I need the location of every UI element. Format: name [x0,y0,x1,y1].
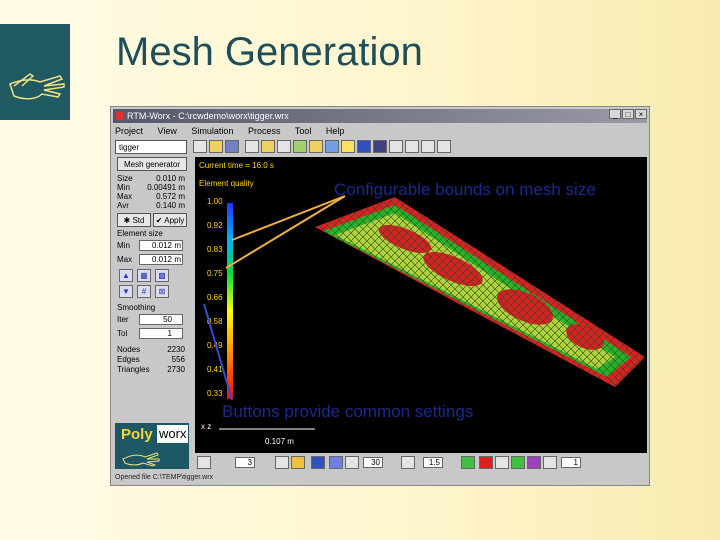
open-folder-icon[interactable] [209,140,223,153]
app-window: RTM-Worx - C:\rcwdemo\worx\tigger.wrx _ … [110,106,650,486]
annotation-bounds: Configurable bounds on mesh size [334,180,596,199]
tool-icon-6[interactable] [325,140,339,153]
arrow-up-icon[interactable]: ▲ [119,269,133,282]
grid-icon[interactable] [401,456,415,469]
max-size-input[interactable]: 0.012 m [139,254,183,265]
minimize-button[interactable]: _ [609,109,621,119]
menu-bar: Project View Simulation Process Tool Hel… [115,125,645,137]
legend-value: 0.58 [207,317,223,326]
legend-value: 0.33 [207,389,223,398]
count-triangles: Triangles 2730 [117,365,185,374]
maximize-button[interactable]: □ [622,109,634,119]
smoothing-label: Smoothing [117,303,156,312]
stat-avr: Avr 0.140 m [117,201,185,210]
legend-value: 0.49 [207,341,223,350]
close-button[interactable]: × [635,109,647,119]
menu-tool[interactable]: Tool [295,126,312,136]
current-time-label: Current time = 16.0 s [199,161,274,170]
tool-icon-8[interactable] [357,140,371,153]
arrow-down-icon[interactable]: ▼ [119,285,133,298]
menu-help[interactable]: Help [326,126,345,136]
menu-simulation[interactable]: Simulation [191,126,233,136]
bottom-field-4[interactable]: 1 [561,457,581,468]
view-icon-1[interactable] [275,456,289,469]
color-icon-6[interactable] [543,456,557,469]
view-icon-2[interactable] [291,456,305,469]
hand-logo-icon [9,73,65,100]
main-toolbar: tigger [115,139,645,155]
zoom-icon[interactable] [405,140,419,153]
slide-title: Mesh Generation [116,30,423,74]
bottom-field-2[interactable]: 30 [363,457,383,468]
menu-project[interactable]: Project [115,126,143,136]
tool-icon-9[interactable] [373,140,387,153]
hand-icon [122,452,160,467]
legend-value: 0.83 [207,245,223,254]
pointer-icon[interactable] [389,140,403,153]
search-icon[interactable] [421,140,435,153]
app-icon [116,112,124,120]
bottom-field-1[interactable]: 3 [235,457,255,468]
mesh-panel: Mesh generator Size 0.010 m Min 0.00491 m … [115,157,189,423]
bottom-field-3[interactable]: 1.5 [423,457,443,468]
annotation-buttons: Buttons provide common settings [222,402,474,421]
grid-dense-icon[interactable]: # [137,285,151,298]
stat-max: Max 0.572 m [117,192,185,201]
window-titlebar[interactable]: RTM-Worx - C:\rcwdemo\worx\tigger.wrx [113,109,647,123]
legend-value: 0.41 [207,365,223,374]
tool-icon-4[interactable] [293,140,307,153]
grid-cross-icon[interactable]: ⊠ [155,285,169,298]
legend-value: 0.75 [207,269,223,278]
stat-size: Size 0.010 m [117,174,185,183]
color-icon-3[interactable] [495,456,509,469]
clock-icon[interactable] [437,140,451,153]
element-size-label: Element size [117,229,163,238]
save-icon[interactable] [225,140,239,153]
tol-input[interactable]: 1 [139,328,183,339]
legend-colorbar [227,203,233,399]
slide-logo [0,24,70,120]
legend-value: 0.92 [207,221,223,230]
apply-button[interactable]: ✔ Apply [153,213,187,227]
color-icon-1[interactable] [461,456,475,469]
color-icon-2[interactable] [479,456,493,469]
view-icon-4[interactable] [329,456,343,469]
count-nodes: Nodes 2230 [117,345,185,354]
status-bar: Opened file C:\TEMP\tigger.wrx [115,474,214,481]
grid-coarse-icon[interactable]: ▦ [137,269,151,282]
menu-process[interactable]: Process [248,126,281,136]
stat-min: Min 0.00491 m [117,183,185,192]
view-icon-5[interactable] [345,456,359,469]
legend-value: 1.00 [207,197,223,206]
std-button[interactable]: ✱ Std [117,213,151,227]
menu-view[interactable]: View [158,126,177,136]
min-size-input[interactable]: 0.012 m [139,240,183,251]
logo-poly: Poly [121,426,153,443]
color-icon-5[interactable] [527,456,541,469]
legend-title: Element quality [199,179,254,188]
legend-value: 0.66 [207,293,223,302]
bottom-toolbar: 3 30 1.5 1 [195,455,647,471]
window-title: RTM-Worx - C:\rcwdemo\worx\tigger.wrx [127,111,289,121]
axis-triad-label: x z [201,422,211,431]
project-combo[interactable]: tigger [115,140,187,154]
view-icon-3[interactable] [311,456,325,469]
polyworx-logo: Poly worx [115,423,189,469]
count-edges: Edges 556 [117,355,185,364]
tool-icon-1[interactable] [245,140,259,153]
tool-icon-2[interactable] [261,140,275,153]
scale-bar-label: 0.107 m [265,437,294,446]
tool-icon-3[interactable] [277,140,291,153]
color-icon-4[interactable] [511,456,525,469]
pencil-icon[interactable] [197,456,211,469]
grid-fine-icon[interactable]: ▩ [155,269,169,282]
logo-worx: worx [157,425,189,443]
tool-icon-5[interactable] [309,140,323,153]
tool-icon-7[interactable] [341,140,355,153]
new-file-icon[interactable] [193,140,207,153]
mesh-generator-button[interactable]: Mesh generator [117,157,187,171]
iter-input[interactable]: 50 [139,314,183,325]
